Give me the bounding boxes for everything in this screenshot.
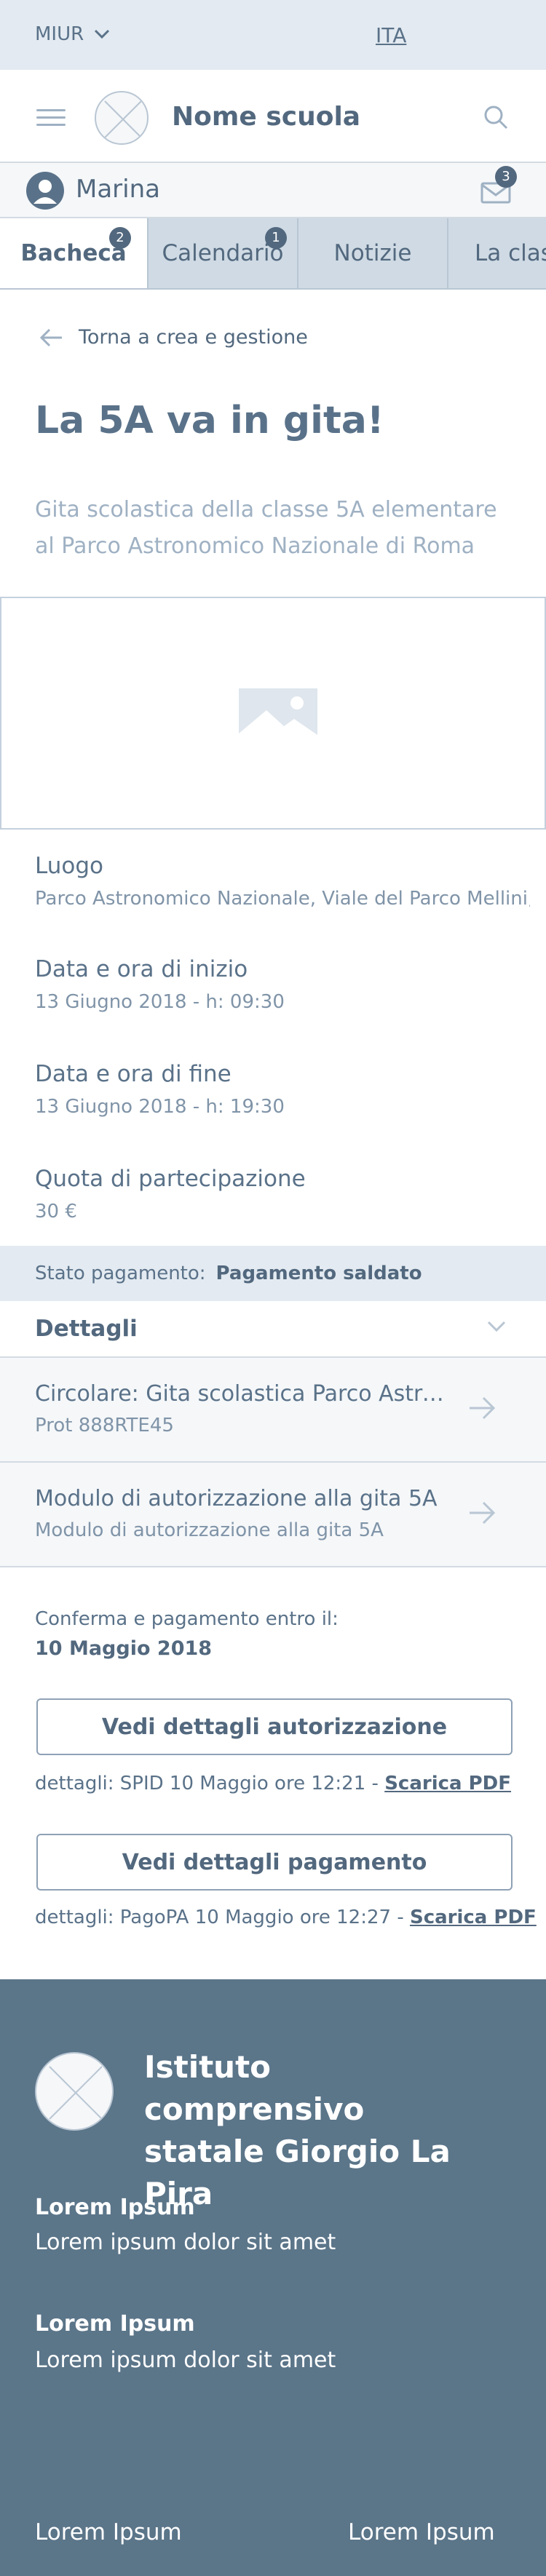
details-header: Dettagli <box>35 1316 138 1342</box>
user-name[interactable]: Marina <box>76 175 160 204</box>
info-label-quota: Quota di partecipazione <box>35 1166 306 1192</box>
info-label-start: Data e ora di inizio <box>35 956 248 982</box>
arrow-right-icon <box>470 1501 496 1524</box>
details-accordion[interactable]: Dettagli <box>0 1301 546 1358</box>
info-value-start: 13 Giugno 2018 - h: 09:30 <box>35 991 285 1013</box>
info-value-end: 13 Giugno 2018 - h: 19:30 <box>35 1096 285 1118</box>
document-title: Circolare: Gita scolastica Parco Astrono… <box>35 1381 450 1407</box>
footer-link[interactable]: Lorem Ipsum <box>35 2519 182 2545</box>
mail-count-badge: 3 <box>495 166 517 188</box>
footer-section-text: Lorem ipsum dolor sit amet <box>35 2230 336 2255</box>
image-placeholder-icon <box>239 688 317 742</box>
footer-section-heading: Lorem Ipsum <box>35 2195 195 2220</box>
user-avatar-icon[interactable] <box>26 172 64 210</box>
document-subtitle: Prot 888RTE45 <box>35 1415 174 1436</box>
payment-detail-text: dettagli: PagoPA 10 Maggio ore 12:27 - <box>35 1907 404 1928</box>
view-payment-button[interactable]: Vedi dettagli pagamento <box>36 1834 513 1891</box>
tab-calendario[interactable]: Calendario 1 <box>149 218 298 288</box>
miur-label: MIUR <box>35 23 84 45</box>
info-label-luogo: Luogo <box>35 853 103 879</box>
arrow-right-icon <box>470 1396 496 1420</box>
tab-label: La classe <box>475 240 546 266</box>
user-bar: Marina 3 <box>0 163 546 218</box>
search-icon[interactable] <box>480 102 513 134</box>
tab-label: Notizie <box>333 240 412 266</box>
authorization-detail-text: dettagli: SPID 10 Maggio ore 12:21 - <box>35 1773 379 1794</box>
info-value-luogo: Parco Astronomico Nazionale, Viale del P… <box>35 888 530 910</box>
payment-status-bar: Stato pagamento: Pagamento saldato <box>0 1246 546 1301</box>
document-title: Modulo di autorizzazione alla gita 5A <box>35 1486 438 1511</box>
tab-badge: 2 <box>109 227 131 249</box>
footer-section-heading: Lorem Ipsum <box>35 2311 195 2337</box>
download-pdf-link[interactable]: Scarica PDF <box>384 1773 511 1794</box>
info-value-quota: 30 € <box>35 1201 77 1223</box>
info-label-end: Data e ora di fine <box>35 1061 232 1087</box>
tab-la-classe[interactable]: La classe <box>448 218 546 288</box>
tab-notizie[interactable]: Notizie <box>298 218 448 288</box>
top-bar: MIUR ITA <box>0 0 546 70</box>
page-title: La 5A va in gita! <box>35 399 384 442</box>
confirm-label: Conferma e pagamento entro il: <box>35 1608 339 1630</box>
document-item[interactable]: Circolare: Gita scolastica Parco Astrono… <box>0 1358 546 1463</box>
footer-school-title: Istituto comprensivo statale Giorgio La … <box>144 2049 451 2211</box>
school-logo-placeholder <box>35 2052 114 2131</box>
tab-label: Calendario <box>162 240 284 266</box>
event-image <box>0 597 546 830</box>
footer-section-text: Lorem ipsum dolor sit amet <box>35 2348 336 2373</box>
school-logo-placeholder <box>95 91 149 145</box>
authorization-detail: dettagli: SPID 10 Maggio ore 12:21 - Sca… <box>35 1773 511 1794</box>
view-authorization-button[interactable]: Vedi dettagli autorizzazione <box>36 1698 513 1755</box>
chevron-down-icon <box>487 1321 506 1332</box>
tab-bar: Bacheca 2 Calendario 1 Notizie La classe <box>0 218 546 290</box>
back-link[interactable]: Torna a crea e gestione <box>38 326 308 349</box>
payment-status-value: Pagamento saldato <box>215 1263 422 1284</box>
document-subtitle: Modulo di autorizzazione alla gita 5A <box>35 1519 384 1541</box>
language-switch[interactable]: ITA <box>376 23 406 47</box>
footer-link[interactable]: Lorem Ipsum <box>348 2519 495 2545</box>
back-link-label: Torna a crea e gestione <box>79 326 308 349</box>
tab-badge: 1 <box>265 227 287 249</box>
school-name: Nome scuola <box>172 102 361 132</box>
download-pdf-link[interactable]: Scarica PDF <box>410 1907 537 1928</box>
payment-status-label: Stato pagamento: <box>35 1263 206 1284</box>
tab-bacheca[interactable]: Bacheca 2 <box>0 218 149 288</box>
page-description: Gita scolastica della classe 5A elementa… <box>35 497 497 559</box>
site-header: Nome scuola <box>0 70 546 163</box>
arrow-left-icon <box>39 328 62 346</box>
document-item[interactable]: Modulo di autorizzazione alla gita 5A Mo… <box>0 1463 546 1567</box>
payment-detail: dettagli: PagoPA 10 Maggio ore 12:27 - S… <box>35 1907 537 1928</box>
confirm-date: 10 Maggio 2018 <box>35 1637 213 1660</box>
hamburger-icon[interactable] <box>36 109 66 127</box>
chevron-down-icon <box>95 29 110 39</box>
footer: Istituto comprensivo statale Giorgio La … <box>0 1979 546 2576</box>
miur-dropdown[interactable]: MIUR <box>35 23 110 45</box>
